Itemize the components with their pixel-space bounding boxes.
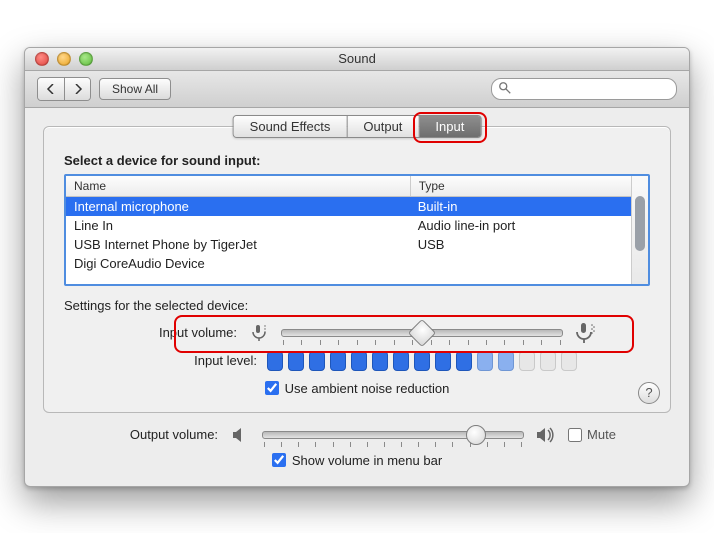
input-level-label: Input level: (137, 353, 257, 368)
ambient-row: Use ambient noise reduction (64, 381, 650, 396)
select-device-label: Select a device for sound input: (64, 153, 650, 168)
microphone-large-icon (573, 323, 597, 343)
scroll-thumb[interactable] (635, 196, 645, 251)
device-list: Name Type Internal microphoneBuilt-inLin… (64, 174, 650, 286)
output-volume-slider[interactable] (262, 431, 524, 439)
sound-prefpane-window: Sound Show All Sound EffectsOutputInput … (24, 47, 690, 487)
input-level-meter (267, 351, 577, 371)
level-cell (330, 351, 346, 371)
input-volume-row: Input volume: (64, 323, 650, 343)
input-volume-slider[interactable] (281, 329, 563, 337)
device-type: Built-in (410, 197, 631, 216)
level-cell (456, 351, 472, 371)
level-cell (288, 351, 304, 371)
search-input[interactable] (491, 78, 677, 100)
column-type[interactable]: Type (411, 176, 631, 196)
chevron-left-icon (46, 84, 56, 94)
level-cell (519, 351, 535, 371)
column-name[interactable]: Name (66, 176, 411, 196)
device-row[interactable]: Line InAudio line-in port (66, 216, 631, 235)
search-wrap (491, 78, 677, 100)
level-cell (372, 351, 388, 371)
show-volume-menubar-label: Show volume in menu bar (292, 453, 442, 468)
output-volume-label: Output volume: (98, 427, 218, 442)
window-title: Sound (25, 51, 689, 66)
ambient-noise-checkbox[interactable] (265, 381, 279, 395)
tab-output[interactable]: Output (346, 116, 418, 137)
forward-button[interactable] (64, 78, 90, 100)
mute-checkbox[interactable] (568, 428, 582, 442)
device-name: USB Internet Phone by TigerJet (66, 235, 410, 254)
device-type: Audio line-in port (410, 216, 631, 235)
zoom-icon[interactable] (79, 52, 93, 66)
microphone-small-icon (247, 323, 271, 343)
device-name: Line In (66, 216, 410, 235)
nav-seg (37, 77, 91, 101)
ambient-noise-label: Use ambient noise reduction (285, 381, 450, 396)
level-cell (498, 351, 514, 371)
device-row[interactable]: USB Internet Phone by TigerJetUSB (66, 235, 631, 254)
minimize-icon[interactable] (57, 52, 71, 66)
tab-sound-effects[interactable]: Sound Effects (234, 116, 347, 137)
traffic-lights (25, 52, 93, 66)
level-cell (435, 351, 451, 371)
scrollbar[interactable] (631, 176, 648, 284)
menu-bar-row: Show volume in menu bar (43, 453, 671, 468)
show-volume-menubar-checkbox[interactable] (272, 453, 286, 467)
input-volume-label: Input volume: (117, 325, 237, 340)
device-type: USB (410, 235, 631, 254)
level-cell (540, 351, 556, 371)
device-name: Digi CoreAudio Device (66, 254, 410, 273)
mute-label: Mute (587, 427, 616, 442)
output-volume-row: Output volume: Mute (43, 425, 671, 445)
level-cell (351, 351, 367, 371)
device-type (410, 254, 631, 273)
speaker-high-icon (534, 425, 558, 445)
settings-label: Settings for the selected device: (64, 298, 650, 313)
slider-ticks (263, 442, 523, 447)
mute-row: Mute (568, 427, 616, 442)
content-pane: Sound EffectsOutputInput Select a device… (43, 126, 671, 413)
level-cell (414, 351, 430, 371)
show-all-label: Show All (112, 82, 158, 96)
level-cell (393, 351, 409, 371)
level-cell (309, 351, 325, 371)
device-row[interactable]: Internal microphoneBuilt-in (66, 197, 631, 216)
level-cell (561, 351, 577, 371)
search-icon (498, 81, 512, 95)
slider-knob[interactable] (466, 425, 486, 445)
back-button[interactable] (38, 78, 64, 100)
level-cell (267, 351, 283, 371)
tab-bar: Sound EffectsOutputInput (233, 115, 482, 138)
speaker-low-icon (228, 425, 252, 445)
level-cell (477, 351, 493, 371)
input-level-row: Input level: (64, 351, 650, 371)
device-row[interactable]: Digi CoreAudio Device (66, 254, 631, 273)
close-icon[interactable] (35, 52, 49, 66)
chevron-right-icon (73, 84, 83, 94)
toolbar: Show All (25, 71, 689, 108)
help-button[interactable]: ? (638, 382, 660, 404)
list-rows: Internal microphoneBuilt-inLine InAudio … (66, 197, 631, 273)
device-name: Internal microphone (66, 197, 410, 216)
show-all-button[interactable]: Show All (99, 78, 171, 100)
list-header: Name Type (66, 176, 631, 197)
titlebar: Sound (25, 48, 689, 71)
tab-input[interactable]: Input (418, 116, 480, 137)
